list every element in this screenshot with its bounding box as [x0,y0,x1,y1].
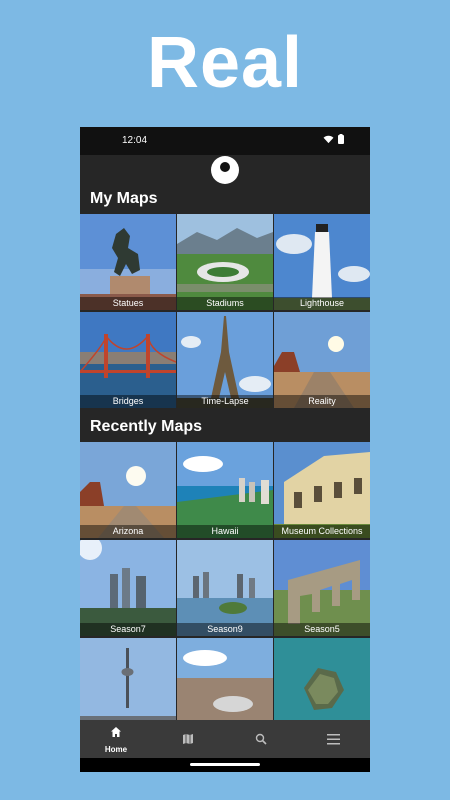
nav-item-home[interactable]: Home [80,720,152,758]
lighthouse-photo [274,214,370,310]
map-tile-season7[interactable]: Season7 [80,540,176,636]
museum-photo [274,442,370,538]
nav-item-search[interactable] [225,720,297,758]
app-logo[interactable] [211,156,239,184]
tile-label: Season9 [177,623,273,636]
search-icon [255,733,267,745]
map-tile-bridges[interactable]: Bridges [80,312,176,408]
map-tile-museum-collections[interactable]: Museum Collections [274,442,370,538]
nav-item-menu[interactable] [298,720,370,758]
map-tile-reality[interactable]: Reality [274,312,370,408]
bridge-photo [80,312,176,408]
home-icon [111,727,121,737]
wifi-icon [323,135,334,143]
statue-photo [80,214,176,310]
arizona-photo [80,442,176,538]
recent-maps-grid: Arizona Hawaii Museum Collections Season… [80,442,370,734]
phone-screen: 12:04 My Maps Statues Stadiums Lighthous… [80,127,370,772]
home-gesture-handle[interactable] [190,763,260,766]
tile-label: Season5 [274,623,370,636]
status-time: 12:04 [122,135,148,146]
bottom-nav: Home [80,720,370,758]
aqueduct-ruins-photo [274,540,370,636]
tile-label: Season7 [80,623,176,636]
map-tile-lighthouse[interactable]: Lighthouse [274,214,370,310]
desert-road-photo [274,312,370,408]
city-skyline-photo [80,540,176,636]
tile-label: Arizona [80,525,176,538]
nav-label-home: Home [104,745,128,754]
tile-label: Bridges [80,395,176,408]
map-tile-season5[interactable]: Season5 [274,540,370,636]
my-maps-title: My Maps [90,190,158,207]
map-tile-arizona[interactable]: Arizona [80,442,176,538]
tile-label: Museum Collections [274,525,370,538]
promo-headline: Real [146,23,304,103]
harbor-city-photo [177,540,273,636]
hawaii-photo [177,442,273,538]
battery-icon [338,134,344,144]
map-tile-time-lapse[interactable]: Time-Lapse [177,312,273,408]
status-bar: 12:04 [80,127,370,155]
tile-label: Lighthouse [274,297,370,310]
app-bar [80,155,370,185]
tile-label: Statues [80,297,176,310]
map-icon [183,734,193,744]
gesture-bar [80,758,370,772]
tile-label: Hawaii [177,525,273,538]
recent-maps-title: Recently Maps [90,418,203,435]
eiffel-tower-photo [177,312,273,408]
tile-label: Stadiums [177,297,273,310]
tile-label: Time-Lapse [177,395,273,408]
menu-icon [327,734,340,745]
map-tile-season9[interactable]: Season9 [177,540,273,636]
status-icons [323,134,344,144]
map-tile-hawaii[interactable]: Hawaii [177,442,273,538]
map-tile-stadiums[interactable]: Stadiums [177,214,273,310]
my-maps-grid: Statues Stadiums Lighthouse Bridges Time… [80,214,370,408]
logo-dot [220,162,230,172]
map-tile-statues[interactable]: Statues [80,214,176,310]
stadium-photo [177,214,273,310]
nav-item-map[interactable] [152,720,224,758]
tile-label: Reality [274,395,370,408]
